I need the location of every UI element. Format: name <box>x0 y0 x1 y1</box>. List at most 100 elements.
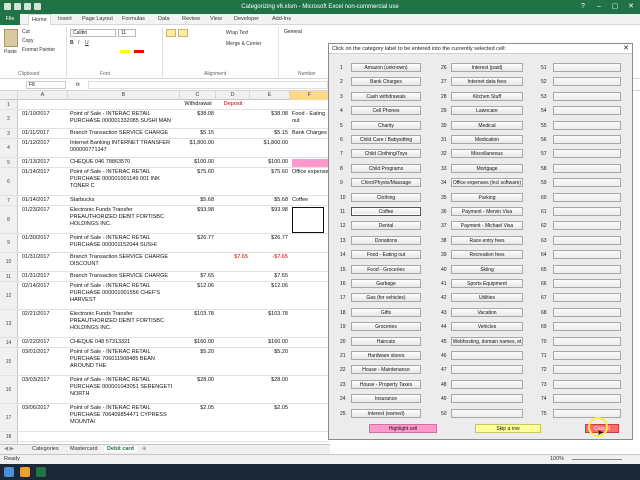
row-header[interactable]: 10 <box>0 253 18 271</box>
category-button[interactable]: Payment - Michael Visa <box>451 221 523 231</box>
category-button[interactable] <box>553 264 621 274</box>
italic-icon[interactable]: I <box>78 40 79 46</box>
category-button[interactable] <box>553 279 621 288</box>
cell-e[interactable]: $7.65 <box>252 273 288 280</box>
category-button[interactable]: Vehicles <box>451 322 523 332</box>
cell-e[interactable]: $28.00 <box>252 377 288 384</box>
column-header-d[interactable]: D <box>216 91 250 100</box>
category-button[interactable]: Race entry fees <box>451 235 523 245</box>
category-button[interactable] <box>553 63 621 72</box>
category-button[interactable] <box>553 379 621 389</box>
category-button[interactable] <box>553 235 621 245</box>
row-header[interactable]: 6 <box>0 168 18 195</box>
category-button[interactable]: Medication <box>451 135 523 144</box>
category-button[interactable]: Child Care / Babysitting <box>351 135 421 144</box>
row-header[interactable]: 13 <box>0 310 18 337</box>
cell-a[interactable]: 01/31/2017 <box>22 254 68 261</box>
row-header[interactable]: 15 <box>0 348 18 375</box>
cell-e[interactable]: $93.98 <box>252 207 288 214</box>
row-header[interactable]: 16 <box>0 376 18 403</box>
category-button[interactable] <box>553 221 621 231</box>
category-button[interactable]: House - Property Taxes <box>351 379 421 389</box>
category-button[interactable] <box>553 394 621 404</box>
category-button[interactable]: Internet data fees <box>451 77 523 87</box>
row-header[interactable]: 12 <box>0 282 18 309</box>
cell-a[interactable]: 03/01/2017 <box>22 349 68 356</box>
tab-insert[interactable]: Insert <box>58 16 72 22</box>
tab-formulas[interactable]: Formulas <box>122 16 145 22</box>
tab-developer[interactable]: Developer <box>234 16 259 22</box>
category-button[interactable] <box>451 379 523 389</box>
sheet-tab-categories[interactable]: Categories <box>32 446 59 452</box>
help-button[interactable]: ? <box>576 2 590 11</box>
align-middle-icon[interactable] <box>178 29 188 37</box>
category-button[interactable]: Coffee <box>351 207 421 216</box>
category-button[interactable]: Child Clothing/Toys <box>351 149 421 159</box>
category-button[interactable] <box>553 106 621 116</box>
category-button[interactable]: Food - Groceries <box>351 264 421 274</box>
cell-c[interactable]: $93.98 <box>182 207 214 214</box>
category-button[interactable] <box>553 250 621 260</box>
category-button[interactable]: Kitchen Stuff <box>451 91 523 101</box>
category-button[interactable]: Webhosting, domain names, et <box>451 336 523 346</box>
cell-e[interactable]: $5.68 <box>252 197 288 204</box>
cell-e[interactable]: -$7.65 <box>252 254 288 261</box>
cell-a[interactable]: 01/14/2017 <box>22 169 68 176</box>
category-button[interactable]: House - Maintenance <box>351 365 421 375</box>
cell-e[interactable]: $12.06 <box>252 283 288 290</box>
category-button[interactable] <box>451 365 523 375</box>
category-button[interactable] <box>553 408 621 418</box>
column-header-e[interactable]: E <box>250 91 290 100</box>
cell-b[interactable]: CHEQUE 048 57313321 <box>70 339 178 346</box>
cell-a[interactable]: 03/06/2017 <box>22 405 68 412</box>
cell-b[interactable]: Point of Sale - INTERAC RETAIL PURCHASE … <box>70 405 178 426</box>
cell-c[interactable]: $38.08 <box>182 111 214 118</box>
excel-taskbar-icon[interactable] <box>36 467 46 477</box>
fill-color-icon[interactable] <box>120 50 130 53</box>
tab-data[interactable]: Data <box>158 16 170 22</box>
skip-row-button[interactable]: Skip a row <box>475 424 541 433</box>
wrap-text-button[interactable]: Wrap Text <box>226 30 248 36</box>
category-button[interactable]: Charity <box>351 120 421 130</box>
category-button[interactable]: Garbage <box>351 279 421 288</box>
zoom-level[interactable]: 100% <box>550 456 564 462</box>
category-button[interactable] <box>553 351 621 360</box>
font-size-select[interactable]: 11 <box>118 29 136 37</box>
cell-b[interactable]: Point of Sale - INTERAC RETAIL PURCHASE … <box>70 235 178 249</box>
cell-b[interactable]: Internet Banking INTERNET TRANSFER 00000… <box>70 140 178 154</box>
column-header-b[interactable]: B <box>68 91 180 100</box>
cell-e[interactable]: $26.77 <box>252 235 288 242</box>
cell-b[interactable]: Electronic Funds Transfer PREAUTHORIZED … <box>70 207 178 228</box>
cell-c[interactable]: $2.05 <box>182 405 214 412</box>
row-header[interactable]: 4 <box>0 139 18 157</box>
cell-c[interactable]: $28.00 <box>182 377 214 384</box>
cell-e[interactable]: $160.00 <box>252 339 288 346</box>
category-button[interactable] <box>451 394 523 404</box>
cell-e[interactable]: $2.05 <box>252 405 288 412</box>
sheet-nav-icon[interactable]: ◀ ▶ <box>4 446 14 452</box>
category-button[interactable]: Vacation <box>451 307 523 317</box>
category-button[interactable] <box>553 91 621 101</box>
cell-e[interactable]: $75.60 <box>252 169 288 176</box>
category-button[interactable]: Medical <box>451 120 523 130</box>
category-button[interactable] <box>553 322 621 332</box>
cell-b[interactable]: Branch Transaction SERVICE CHARGE DISCOU… <box>70 254 178 268</box>
cell-e[interactable]: $100.00 <box>252 159 288 166</box>
cell-c[interactable]: $1,800.00 <box>182 140 214 147</box>
cell-c[interactable]: $100.00 <box>182 159 214 166</box>
cell-b[interactable]: Point of Sale - INTERAC RETAIL PURCHASE … <box>70 349 178 370</box>
cut-button[interactable]: Cut <box>22 29 30 35</box>
category-button[interactable]: Bank Charges <box>351 77 421 87</box>
formula-input[interactable] <box>88 81 328 89</box>
category-button[interactable]: Utilities <box>451 293 523 303</box>
cell-b[interactable]: Branch Transaction SERVICE CHARGE <box>70 130 178 137</box>
cell-c[interactable]: $103.78 <box>182 311 214 318</box>
category-button[interactable]: Dental <box>351 221 421 231</box>
row-header[interactable]: 11 <box>0 272 18 281</box>
row-header[interactable]: 5 <box>0 158 18 167</box>
cell-a[interactable]: 01/10/2017 <box>22 111 68 118</box>
cell-a[interactable]: 01/31/2017 <box>22 273 68 280</box>
category-button[interactable] <box>553 163 621 173</box>
category-button[interactable]: Food - Eating out <box>351 250 421 260</box>
fx-icon[interactable]: fx <box>76 82 80 88</box>
